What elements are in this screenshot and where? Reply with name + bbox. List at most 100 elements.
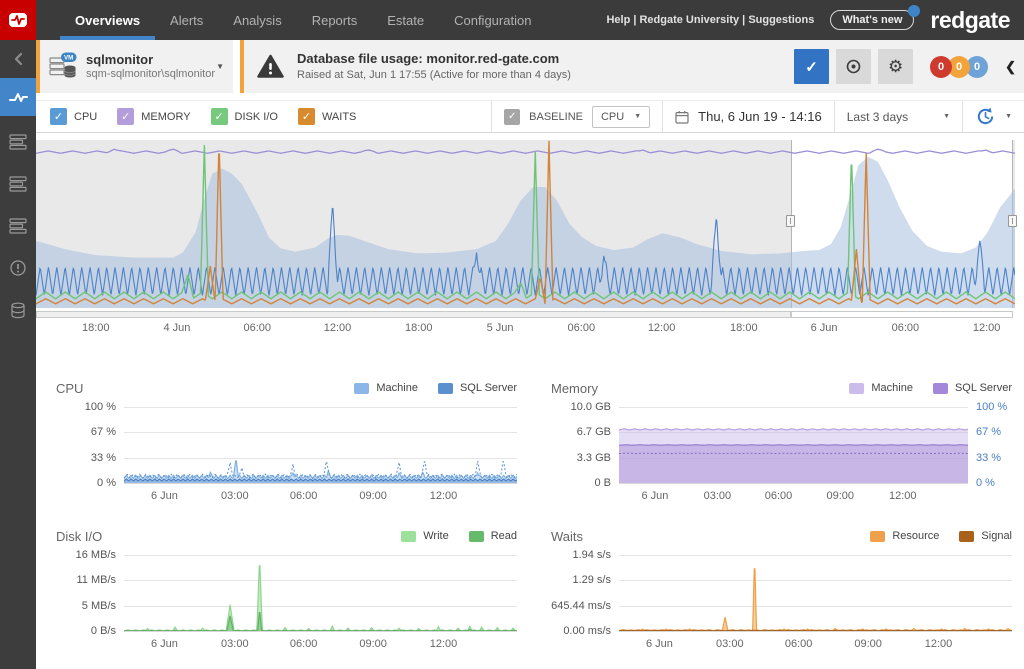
nav-item-analysis[interactable]: Analysis: [218, 0, 296, 40]
sidebar-item-databases[interactable]: [0, 292, 36, 328]
x-axis-label: 09:00: [854, 638, 882, 650]
x-axis-label: 12:00: [430, 638, 458, 650]
checkbox-checked-icon: ✓: [50, 108, 67, 125]
sidebar-item-servers-1[interactable]: [0, 124, 36, 160]
x-axis-label: 12:00: [430, 490, 458, 502]
redgate-brand: redgate: [930, 7, 1010, 34]
y-axis-label: 0 %: [97, 477, 116, 489]
baseline-checkbox[interactable]: ✓: [504, 109, 520, 125]
selection-handle-right[interactable]: [1008, 215, 1017, 227]
metric-label: MEMORY: [141, 111, 190, 123]
timeline-scrollbar[interactable]: [36, 311, 1015, 319]
chevron-left-icon: [13, 52, 23, 66]
alert-count-badge-0[interactable]: 0: [930, 56, 952, 78]
chart-title-waits: Waits: [551, 529, 583, 544]
metric-toggles: ✓ CPU ✓MEMORY ✓ DISK I/O ✓WAITS: [36, 101, 356, 132]
legend-item: Resource: [870, 530, 939, 542]
series-line-signal: [619, 630, 1012, 631]
app-logo[interactable]: [0, 0, 36, 40]
chart-header-memory: Memory Machine SQL Server: [551, 379, 1012, 397]
sidebar-item-servers-3[interactable]: [0, 208, 36, 244]
metric-toggle-cpu[interactable]: ✓ CPU: [50, 108, 97, 125]
x-axis-label: 06:00: [765, 490, 793, 502]
collapse-alert-panel-icon[interactable]: ❮: [1005, 59, 1016, 75]
server-dropdown-caret[interactable]: ▼: [216, 62, 233, 71]
x-axis-label: 12:00: [925, 638, 953, 650]
auto-refresh-clock-icon[interactable]: [975, 106, 996, 127]
metric-toggle-waits[interactable]: ✓WAITS: [298, 108, 356, 125]
chart-title-memory: Memory: [551, 381, 598, 396]
chart-body-cpu: 100 %67 %33 %0 %: [56, 407, 517, 483]
metric-label: CPU: [74, 111, 97, 123]
x-axis-label: 06:00: [290, 490, 318, 502]
nav-item-overviews[interactable]: Overviews: [60, 0, 155, 40]
y-axis-right-label: 33 %: [976, 452, 1001, 464]
alert-count-badges: 000: [930, 56, 988, 78]
chart-header-waits: WaitsResourceSignal: [551, 527, 1012, 545]
nav-item-estate[interactable]: Estate: [372, 0, 439, 40]
sidebar-item-activity-graph[interactable]: [0, 78, 36, 116]
alert-text: Database file usage: monitor.red-gate.co…: [297, 51, 571, 82]
locate-button[interactable]: [836, 49, 871, 84]
x-axis-memory: 6 Jun03:0006:0009:0012:00: [619, 490, 968, 505]
filter-bar: ✓CPU✓MEMORY✓DISK I/O✓WAITS ✓ BASELINE CP…: [36, 100, 1024, 133]
timeline-x-label: 6 Jun: [811, 322, 838, 334]
chart-legend-memory: Machine SQL Server: [849, 382, 1012, 394]
legend-label: SQL Server: [955, 382, 1012, 394]
x-axis-disk: 6 Jun03:0006:0009:0012:00: [124, 638, 517, 653]
metric-label: DISK I/O: [235, 111, 278, 123]
main-nav: OverviewsAlertsAnalysisReportsEstateConf…: [60, 0, 546, 40]
nav-item-reports[interactable]: Reports: [297, 0, 373, 40]
whats-new-button[interactable]: What's new: [830, 10, 914, 30]
vm-server-icon: VM: [48, 52, 78, 81]
selection-handle-left[interactable]: [786, 215, 795, 227]
sidebar-item-alerts[interactable]: [0, 250, 36, 286]
x-axis-label: 03:00: [221, 638, 249, 650]
y-axis-label: 16 MB/s: [76, 549, 116, 561]
sidebar-collapse-button[interactable]: [0, 40, 36, 78]
y-axis-label: 10.0 GB: [571, 401, 611, 413]
range-group[interactable]: Last 3 days ▼: [834, 101, 962, 132]
baseline-metric-select[interactable]: CPU ▼: [592, 106, 650, 128]
y-axis-label: 0 B/s: [91, 625, 116, 637]
chart-header-cpu: CPUMachineSQL Server: [56, 379, 517, 397]
timeline-chart[interactable]: [36, 140, 1015, 308]
plot-area-waits: [619, 555, 1012, 631]
chart-disk: Disk I/OWriteRead16 MB/s11 MB/s5 MB/s0 B…: [56, 527, 517, 653]
metric-toggle-memory[interactable]: ✓MEMORY: [117, 108, 190, 125]
metric-toggle-disk-i-o[interactable]: ✓ DISK I/O: [211, 108, 278, 125]
top-links[interactable]: Help | Redgate University | Suggestions: [606, 14, 814, 26]
chart-body-disk: 16 MB/s11 MB/s5 MB/s0 B/s: [56, 555, 517, 631]
chart-title-cpu: CPU: [56, 381, 83, 396]
y-axis-waits: 1.94 s/s1.29 s/s645.44 ms/s0.00 ms/s: [551, 555, 619, 631]
x-axis-label: 06:00: [785, 638, 813, 650]
server-list-icon: [9, 218, 28, 234]
x-axis-label: 03:00: [704, 490, 732, 502]
y-axis-label: 67 %: [91, 426, 116, 438]
check-icon: ✓: [508, 111, 516, 122]
y-axis-label: 0.00 ms/s: [563, 625, 611, 637]
sidebar-item-servers-2[interactable]: [0, 166, 36, 202]
server-selector[interactable]: VM sqlmonitor sqm-sqlmonitor\sqlmonitor …: [36, 40, 233, 93]
legend-item: Machine: [849, 382, 913, 394]
x-axis-label: 6 Jun: [641, 490, 668, 502]
plot-area-cpu: [124, 407, 517, 483]
datetime-group[interactable]: Thu, 6 Jun 19 - 14:16: [662, 101, 834, 132]
acknowledge-button[interactable]: ✓: [794, 49, 829, 84]
calendar-icon: [675, 110, 689, 124]
y-axis-right-label: 100 %: [976, 401, 1007, 413]
timeline-x-label: 12:00: [973, 322, 1001, 334]
y-axis-label: 6.7 GB: [577, 426, 611, 438]
settings-button[interactable]: ⚙: [878, 49, 913, 84]
chart-title-disk: Disk I/O: [56, 529, 102, 544]
nav-item-configuration[interactable]: Configuration: [439, 0, 546, 40]
gridline: [619, 483, 968, 484]
scrollbar-thumb[interactable]: [36, 311, 791, 318]
timeline-x-label: 5 Jun: [487, 322, 514, 334]
scrollbar-selected-region[interactable]: [791, 311, 1013, 318]
nav-item-alerts[interactable]: Alerts: [155, 0, 218, 40]
chevron-down-icon[interactable]: ▼: [1005, 113, 1012, 120]
checkbox-checked-icon: ✓: [211, 108, 228, 125]
chart-svg-memory: [619, 407, 968, 483]
gridline: [619, 631, 1012, 632]
